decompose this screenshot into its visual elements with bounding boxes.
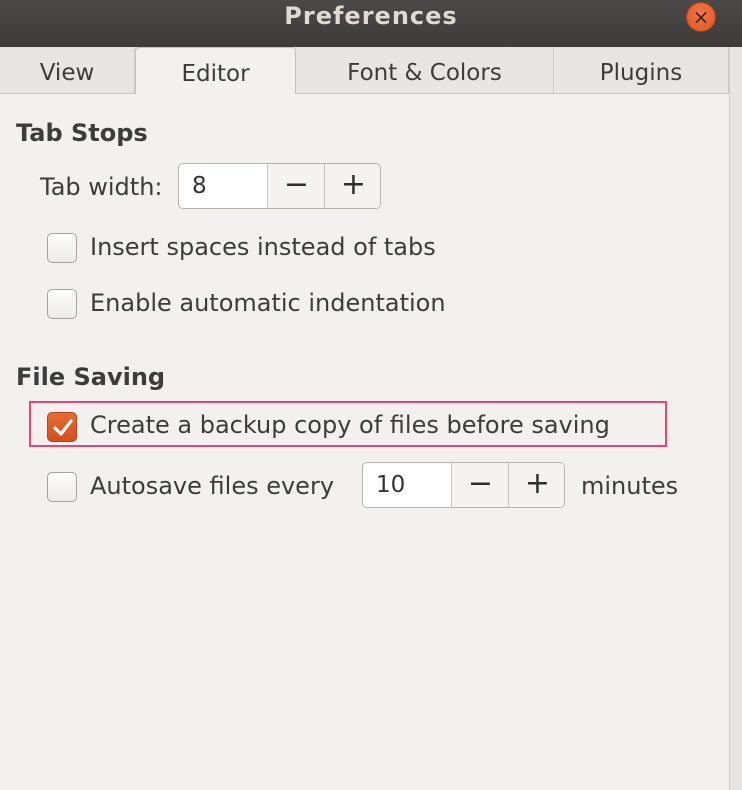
autosave-label[interactable]: Autosave files every [90,472,334,500]
tab-width-spinbutton: 8 − + [178,163,381,209]
tab-editor[interactable]: Editor [135,47,296,94]
autosave-minutes-input[interactable]: 10 [363,463,464,507]
autosave-spinbutton: 10 − + [362,462,565,508]
close-button[interactable]: × [686,2,716,32]
tab-width-input[interactable]: 8 [179,164,280,208]
insert-spaces-checkbox[interactable] [47,233,77,263]
tab-plugins[interactable]: Plugins [554,47,729,93]
backup-copy-label[interactable]: Create a backup copy of files before sav… [90,411,610,439]
checkmark-icon [53,419,73,436]
close-icon: × [692,5,710,29]
file-saving-heading: File Saving [16,363,166,391]
tab-font-colors[interactable]: Font & Colors [296,47,554,93]
minus-icon: − [467,466,494,501]
title-bar: Preferences × [0,0,742,48]
autosave-checkbox[interactable] [47,472,77,502]
window-title: Preferences [284,2,458,30]
minus-icon: − [283,167,310,202]
auto-indent-label[interactable]: Enable automatic indentation [90,289,446,317]
tab-view[interactable]: View [0,47,135,93]
tab-width-label: Tab width: [40,173,163,201]
tab-bar: View Editor Font & Colors Plugins [0,47,742,94]
tab-width-decrement-button[interactable]: − [267,164,325,208]
plus-icon: + [524,466,551,501]
autosave-increment-button[interactable]: + [508,463,564,507]
tab-stops-heading: Tab Stops [16,119,148,147]
window-right-edge [729,47,742,790]
tab-width-increment-button[interactable]: + [324,164,380,208]
plus-icon: + [340,167,367,202]
auto-indent-checkbox[interactable] [47,289,77,319]
backup-copy-checkbox[interactable] [47,412,77,442]
autosave-unit-label: minutes [581,472,679,500]
insert-spaces-label[interactable]: Insert spaces instead of tabs [90,233,436,261]
autosave-decrement-button[interactable]: − [451,463,509,507]
